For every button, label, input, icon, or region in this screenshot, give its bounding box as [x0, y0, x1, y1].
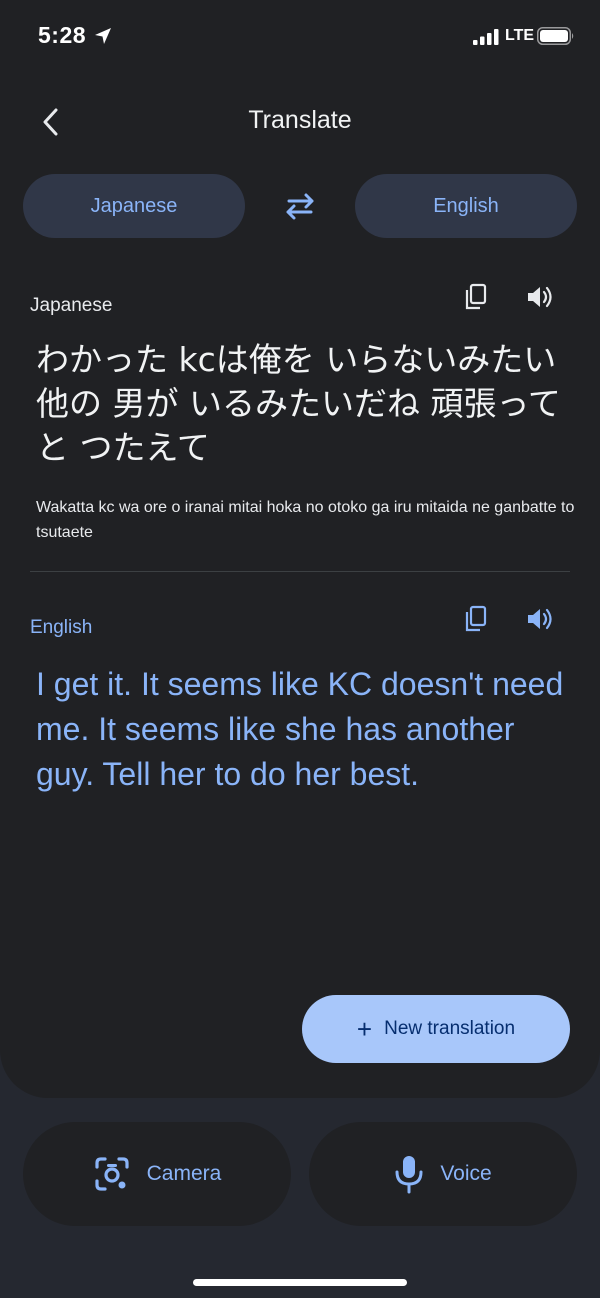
source-text[interactable]: わかった kcは俺を いらないみたい 他の 男が いるみたいだね 頑張ってと つ… [36, 338, 564, 470]
camera-label: Camera [146, 1162, 222, 1185]
voice-label: Voice [440, 1162, 492, 1185]
copy-translation-icon[interactable] [460, 603, 492, 635]
microphone-icon [395, 1156, 423, 1194]
cell-signal-icon [473, 29, 499, 45]
voice-button[interactable]: Voice [309, 1122, 577, 1226]
source-transliteration: Wakatta kc wa ore o iranai mitai hoka no… [36, 499, 575, 541]
source-language-label: Japanese [30, 295, 113, 316]
status-bar: 5:28 LTE [0, 0, 600, 72]
translation-sheet [0, 0, 600, 1098]
panel-divider [30, 571, 570, 572]
translated-text[interactable]: I get it. It seems like KC doesn't need … [36, 662, 566, 797]
plus-icon: + [356, 1014, 373, 1044]
copy-icon[interactable] [460, 281, 492, 313]
battery-icon [537, 27, 574, 45]
camera-lens-icon [95, 1157, 129, 1191]
network-type: LTE [505, 27, 535, 44]
location-arrow-icon [95, 28, 111, 44]
speaker-icon[interactable] [523, 281, 555, 313]
source-language-button[interactable]: Japanese [23, 174, 245, 238]
new-translation-button[interactable]: + New translation [302, 995, 570, 1063]
camera-button[interactable]: Camera [23, 1122, 291, 1226]
target-language-label: English [30, 617, 93, 638]
speaker-translation-icon[interactable] [523, 603, 555, 635]
new-translation-label: New translation [384, 1018, 516, 1039]
target-language-button[interactable]: English [355, 174, 577, 238]
swap-languages-icon[interactable] [281, 190, 319, 222]
page-title: Translate [248, 106, 352, 134]
status-time: 5:28 [38, 22, 87, 48]
home-indicator[interactable] [193, 1279, 407, 1286]
